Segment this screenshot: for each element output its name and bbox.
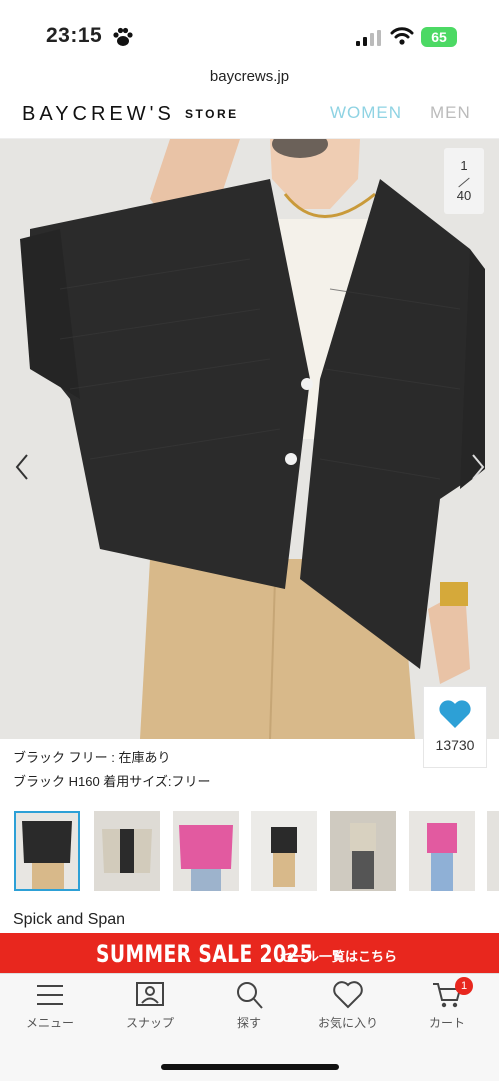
- wifi-icon: [390, 27, 414, 45]
- thumbnail-6[interactable]: [409, 811, 475, 891]
- image-counter: 1 40: [444, 148, 484, 214]
- nav-cart[interactable]: カート: [407, 980, 487, 1031]
- nav-snap-label: スナップ: [125, 1016, 174, 1030]
- site-logo[interactable]: BAYCREW'S: [22, 103, 175, 126]
- favorite-count: 13730: [435, 737, 475, 753]
- nav-cart-label: カート: [428, 1016, 465, 1030]
- chevron-right-icon[interactable]: [466, 452, 490, 482]
- status-time: 23:15: [46, 24, 103, 47]
- heart-outline-icon: [333, 981, 363, 1009]
- image-counter-current: 1: [460, 158, 468, 173]
- nav-favorites-label: お気に入り: [317, 1016, 378, 1030]
- product-image[interactable]: [0, 139, 499, 739]
- snap-icon: [136, 982, 164, 1006]
- cart-count-badge: 1: [455, 977, 473, 995]
- nav-search-label: 探す: [236, 1016, 261, 1030]
- nav-men[interactable]: MEN: [430, 103, 471, 123]
- favorite-button[interactable]: 13730: [423, 686, 487, 768]
- nav-snap[interactable]: スナップ: [110, 980, 190, 1031]
- model-size-text: ブラック H160 着用サイズ:フリー: [13, 774, 211, 789]
- sale-banner-link[interactable]: セール一覧はこちら: [280, 946, 397, 965]
- nav-menu-label: メニュー: [25, 1016, 74, 1030]
- heart-icon: [439, 700, 471, 728]
- thumbnail-5[interactable]: [330, 811, 396, 891]
- search-icon: [237, 982, 263, 1009]
- menu-icon: [37, 985, 63, 1005]
- chevron-left-icon[interactable]: [10, 452, 34, 482]
- nav-search[interactable]: 探す: [209, 980, 289, 1031]
- variant-stock-text: ブラック フリー : 在庫あり: [13, 750, 171, 765]
- thumbnail-7[interactable]: [487, 811, 499, 891]
- url-bar[interactable]: baycrews.jp: [0, 68, 499, 85]
- thumbnail-3[interactable]: [173, 811, 239, 891]
- home-indicator: [161, 1064, 339, 1070]
- brand-name[interactable]: Spick and Span: [13, 911, 125, 929]
- nav-favorites[interactable]: お気に入り: [308, 980, 388, 1031]
- nav-women[interactable]: WOMEN: [330, 103, 402, 123]
- paw-icon: [113, 27, 133, 46]
- thumbnail-2[interactable]: [94, 811, 160, 891]
- thumbnail-4[interactable]: [251, 811, 317, 891]
- site-logo-sub[interactable]: STORE: [185, 107, 239, 121]
- thumbnail-1[interactable]: [14, 811, 80, 891]
- image-counter-divider: [458, 177, 470, 188]
- battery-indicator: 65: [421, 27, 457, 47]
- nav-menu[interactable]: メニュー: [10, 980, 90, 1031]
- image-counter-total: 40: [456, 188, 472, 203]
- cellular-signal-icon: [356, 30, 381, 46]
